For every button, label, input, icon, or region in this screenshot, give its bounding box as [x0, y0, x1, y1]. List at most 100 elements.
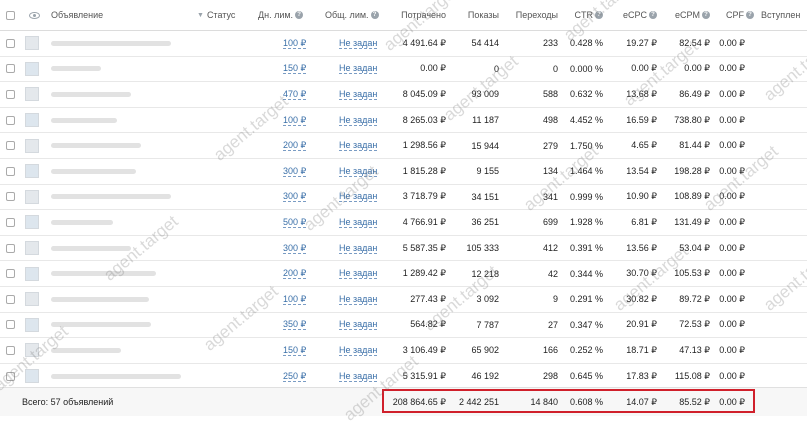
help-icon[interactable]: ?: [702, 11, 710, 19]
ad-thumbnail[interactable]: [25, 31, 39, 56]
col-cpf[interactable]: CPF?: [718, 0, 754, 30]
ad-thumbnail[interactable]: [25, 236, 39, 261]
total-limit-link[interactable]: Не задан: [339, 338, 378, 363]
row-checkbox[interactable]: [6, 338, 15, 363]
col-ad[interactable]: Объявление: [51, 0, 103, 30]
help-icon[interactable]: ?: [649, 11, 657, 19]
row-checkbox[interactable]: [6, 261, 15, 286]
help-icon[interactable]: ?: [595, 11, 603, 19]
ad-thumbnail[interactable]: [25, 313, 39, 338]
total-limit-link[interactable]: Не задан: [339, 82, 378, 107]
help-icon[interactable]: ?: [370, 11, 379, 19]
total-limit-link[interactable]: Не задан: [339, 133, 378, 158]
daily-limit-link[interactable]: 100 ₽: [283, 31, 307, 56]
daily-limit-link[interactable]: 500 ₽: [283, 210, 307, 235]
row-checkbox[interactable]: [6, 108, 15, 133]
ad-title-redacted[interactable]: [51, 82, 131, 107]
row-checkbox[interactable]: [6, 82, 15, 107]
col-daily-limit[interactable]: Дн. лим.?: [258, 0, 304, 30]
row-checkbox[interactable]: [6, 364, 15, 389]
table-row[interactable]: 200 ₽ Не задан 1 298.56 ₽ 15 944 279 1.750 % 4…: [0, 133, 807, 159]
col-total-limit[interactable]: Общ. лим.?: [325, 0, 379, 30]
help-icon[interactable]: ?: [295, 11, 304, 19]
ad-thumbnail[interactable]: [25, 108, 39, 133]
table-row[interactable]: 300 ₽ Не задан 3 718.79 ₽ 34 151 341 0.999 % 1…: [0, 185, 807, 211]
daily-limit-link[interactable]: 300 ₽: [283, 159, 307, 184]
col-ecpm[interactable]: eCPM?: [666, 0, 710, 30]
ad-title-redacted[interactable]: [51, 185, 171, 210]
ad-title-redacted[interactable]: [51, 210, 113, 235]
ad-thumbnail[interactable]: [25, 159, 39, 184]
ad-thumbnail[interactable]: [25, 338, 39, 363]
total-limit-link[interactable]: Не задан: [339, 287, 378, 312]
ad-thumbnail[interactable]: [25, 261, 39, 286]
ad-thumbnail[interactable]: [25, 210, 39, 235]
daily-limit-link[interactable]: 150 ₽: [283, 338, 307, 363]
total-limit-link[interactable]: Не задан: [339, 364, 378, 389]
daily-limit-link[interactable]: 470 ₽: [283, 82, 307, 107]
ad-title-redacted[interactable]: [51, 287, 149, 312]
ad-thumbnail[interactable]: [25, 133, 39, 158]
total-limit-link[interactable]: Не задан: [339, 313, 378, 338]
row-checkbox[interactable]: [6, 210, 15, 235]
col-clicks[interactable]: Переходы: [508, 0, 558, 30]
select-all-checkbox[interactable]: [6, 0, 15, 30]
col-ecpc[interactable]: eCPC?: [616, 0, 657, 30]
ad-title-redacted[interactable]: [51, 159, 136, 184]
table-row[interactable]: 200 ₽ Не задан 1 289.42 ₽ 12 218 42 0.344 % 30…: [0, 261, 807, 287]
table-row[interactable]: 300 ₽ Не задан 1 815.28 ₽ 9 155 134 1.464 % 13…: [0, 159, 807, 185]
table-row[interactable]: 100 ₽ Не задан 277.43 ₽ 3 092 9 0.291 % 30.82 …: [0, 287, 807, 313]
col-joined[interactable]: Вступлен: [761, 0, 800, 30]
ad-thumbnail[interactable]: [25, 287, 39, 312]
ad-title-redacted[interactable]: [51, 236, 131, 261]
ad-thumbnail[interactable]: [25, 364, 39, 389]
table-row[interactable]: 250 ₽ Не задан 5 315.91 ₽ 46 192 298 0.645 % 1…: [0, 364, 807, 390]
row-checkbox[interactable]: [6, 57, 15, 82]
row-checkbox[interactable]: [6, 133, 15, 158]
table-row[interactable]: 470 ₽ Не задан 8 045.09 ₽ 93 009 588 0.632 % 1…: [0, 82, 807, 108]
daily-limit-link[interactable]: 100 ₽: [283, 287, 307, 312]
ad-title-redacted[interactable]: [51, 313, 151, 338]
daily-limit-link[interactable]: 200 ₽: [283, 261, 307, 286]
table-row[interactable]: 100 ₽ Не задан 4 491.64 ₽ 54 414 233 0.428 % 1…: [0, 31, 807, 57]
col-ctr[interactable]: CTR?: [565, 0, 603, 30]
ad-title-redacted[interactable]: [51, 261, 156, 286]
ad-thumbnail[interactable]: [25, 57, 39, 82]
table-row[interactable]: 100 ₽ Не задан 8 265.03 ₽ 11 187 498 4.452 % 1…: [0, 108, 807, 134]
total-limit-link[interactable]: Не задан: [339, 185, 378, 210]
ad-title-redacted[interactable]: [51, 31, 171, 56]
total-limit-link[interactable]: Не задан: [339, 57, 378, 82]
daily-limit-link[interactable]: 300 ₽: [283, 236, 307, 261]
total-limit-link[interactable]: Не задан: [339, 261, 378, 286]
table-row[interactable]: 150 ₽ Не задан 3 106.49 ₽ 65 902 166 0.252 % 1…: [0, 338, 807, 364]
table-row[interactable]: 300 ₽ Не задан 5 587.35 ₽ 105 333 412 0.391 %…: [0, 236, 807, 262]
total-limit-link[interactable]: Не задан: [339, 159, 378, 184]
row-checkbox[interactable]: [6, 313, 15, 338]
ad-title-redacted[interactable]: [51, 133, 141, 158]
row-checkbox[interactable]: [6, 185, 15, 210]
row-checkbox[interactable]: [6, 31, 15, 56]
total-limit-link[interactable]: Не задан: [339, 31, 378, 56]
table-row[interactable]: 350 ₽ Не задан 564.82 ₽ 7 787 27 0.347 % 20.91…: [0, 313, 807, 339]
total-limit-link[interactable]: Не задан: [339, 236, 378, 261]
row-checkbox[interactable]: [6, 236, 15, 261]
total-limit-link[interactable]: Не задан: [339, 108, 378, 133]
ad-thumbnail[interactable]: [25, 82, 39, 107]
table-row[interactable]: 500 ₽ Не задан 4 766.91 ₽ 36 251 699 1.928 % 6…: [0, 210, 807, 236]
total-limit-link[interactable]: Не задан: [339, 210, 378, 235]
daily-limit-link[interactable]: 350 ₽: [283, 313, 307, 338]
daily-limit-link[interactable]: 300 ₽: [283, 185, 307, 210]
table-row[interactable]: 150 ₽ Не задан 0.00 ₽ 0 0 0.000 % 0.00 ₽ 0.00 ₽…: [0, 57, 807, 83]
visibility-icon[interactable]: [29, 0, 40, 30]
row-checkbox[interactable]: [6, 159, 15, 184]
daily-limit-link[interactable]: 250 ₽: [283, 364, 307, 389]
ad-title-redacted[interactable]: [51, 108, 117, 133]
ad-thumbnail[interactable]: [25, 185, 39, 210]
daily-limit-link[interactable]: 100 ₽: [283, 108, 307, 133]
ad-title-redacted[interactable]: [51, 364, 181, 389]
ad-title-redacted[interactable]: [51, 338, 121, 363]
daily-limit-link[interactable]: 200 ₽: [283, 133, 307, 158]
row-checkbox[interactable]: [6, 287, 15, 312]
col-status[interactable]: ▼ Статус: [193, 0, 235, 30]
ad-title-redacted[interactable]: [51, 57, 101, 82]
